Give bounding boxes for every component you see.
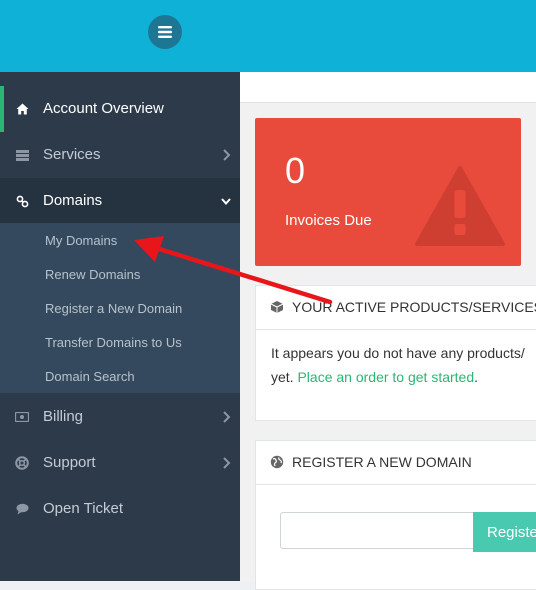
sidebar-item-label: Support bbox=[43, 454, 96, 471]
submenu-item-register-domain[interactable]: Register a New Domain bbox=[45, 301, 182, 316]
submenu-item-domain-search[interactable]: Domain Search bbox=[45, 369, 135, 384]
panel-header: REGISTER A NEW DOMAIN bbox=[256, 441, 536, 485]
invoices-due-tile[interactable]: 0 Invoices Due bbox=[255, 118, 521, 266]
top-bar bbox=[0, 0, 536, 72]
chevron-down-icon bbox=[221, 198, 231, 206]
sidebar-item-domains[interactable]: Domains bbox=[0, 178, 240, 224]
sidebar-item-label: Billing bbox=[43, 408, 84, 425]
panel-title: REGISTER A NEW DOMAIN bbox=[292, 454, 472, 470]
submenu-item-renew-domains[interactable]: Renew Domains bbox=[45, 267, 140, 282]
warning-icon bbox=[415, 166, 505, 246]
sidebar-item-billing[interactable]: Billing bbox=[0, 394, 240, 440]
chevron-right-icon bbox=[223, 411, 231, 423]
domains-submenu: My Domains Renew Domains Register a New … bbox=[0, 223, 240, 393]
chevron-right-icon bbox=[223, 457, 231, 469]
lifebuoy-icon bbox=[14, 455, 30, 471]
sidebar-item-open-ticket[interactable]: Open Ticket bbox=[0, 486, 240, 532]
register-domain-button[interactable]: Register bbox=[473, 512, 536, 552]
invoices-due-count: 0 bbox=[285, 150, 306, 191]
domain-search-input[interactable] bbox=[280, 512, 474, 549]
chevron-right-icon bbox=[223, 149, 231, 161]
invoices-due-label: Invoices Due bbox=[285, 212, 372, 229]
submenu-item-my-domains[interactable]: My Domains bbox=[45, 233, 117, 248]
text-period: . bbox=[474, 369, 479, 385]
panel-body-text: It appears you do not have any products/… bbox=[271, 341, 536, 389]
link-icon bbox=[14, 193, 30, 209]
sidebar-item-support[interactable]: Support bbox=[0, 440, 240, 486]
active-products-panel: YOUR ACTIVE PRODUCTS/SERVICES It appears… bbox=[255, 285, 536, 421]
money-icon bbox=[14, 409, 30, 425]
comment-icon bbox=[14, 501, 30, 517]
place-order-link[interactable]: Place an order to get started bbox=[297, 369, 474, 385]
submenu-item-transfer-domains[interactable]: Transfer Domains to Us bbox=[45, 335, 182, 350]
empty-products-message: It appears you do not have any products/ bbox=[271, 345, 525, 361]
server-icon bbox=[14, 147, 30, 163]
sidebar: Account Overview Services Domains My Dom… bbox=[0, 72, 240, 581]
panel-title: YOUR ACTIVE PRODUCTS/SERVICES bbox=[292, 299, 536, 315]
menu-toggle-button[interactable] bbox=[148, 15, 182, 49]
hamburger-icon bbox=[158, 26, 172, 38]
empty-products-message-cont: yet. bbox=[271, 369, 298, 385]
sidebar-item-label: Domains bbox=[43, 192, 103, 209]
globe-icon bbox=[270, 455, 284, 469]
cube-icon bbox=[270, 301, 284, 313]
sidebar-item-account-overview[interactable]: Account Overview bbox=[0, 86, 240, 132]
panel-header: YOUR ACTIVE PRODUCTS/SERVICES bbox=[256, 286, 536, 330]
sidebar-item-label: Services bbox=[43, 146, 101, 163]
sidebar-item-label: Account Overview bbox=[43, 100, 164, 117]
sidebar-item-label: Open Ticket bbox=[43, 500, 124, 517]
sidebar-item-services[interactable]: Services bbox=[0, 132, 240, 178]
home-icon bbox=[14, 101, 30, 117]
